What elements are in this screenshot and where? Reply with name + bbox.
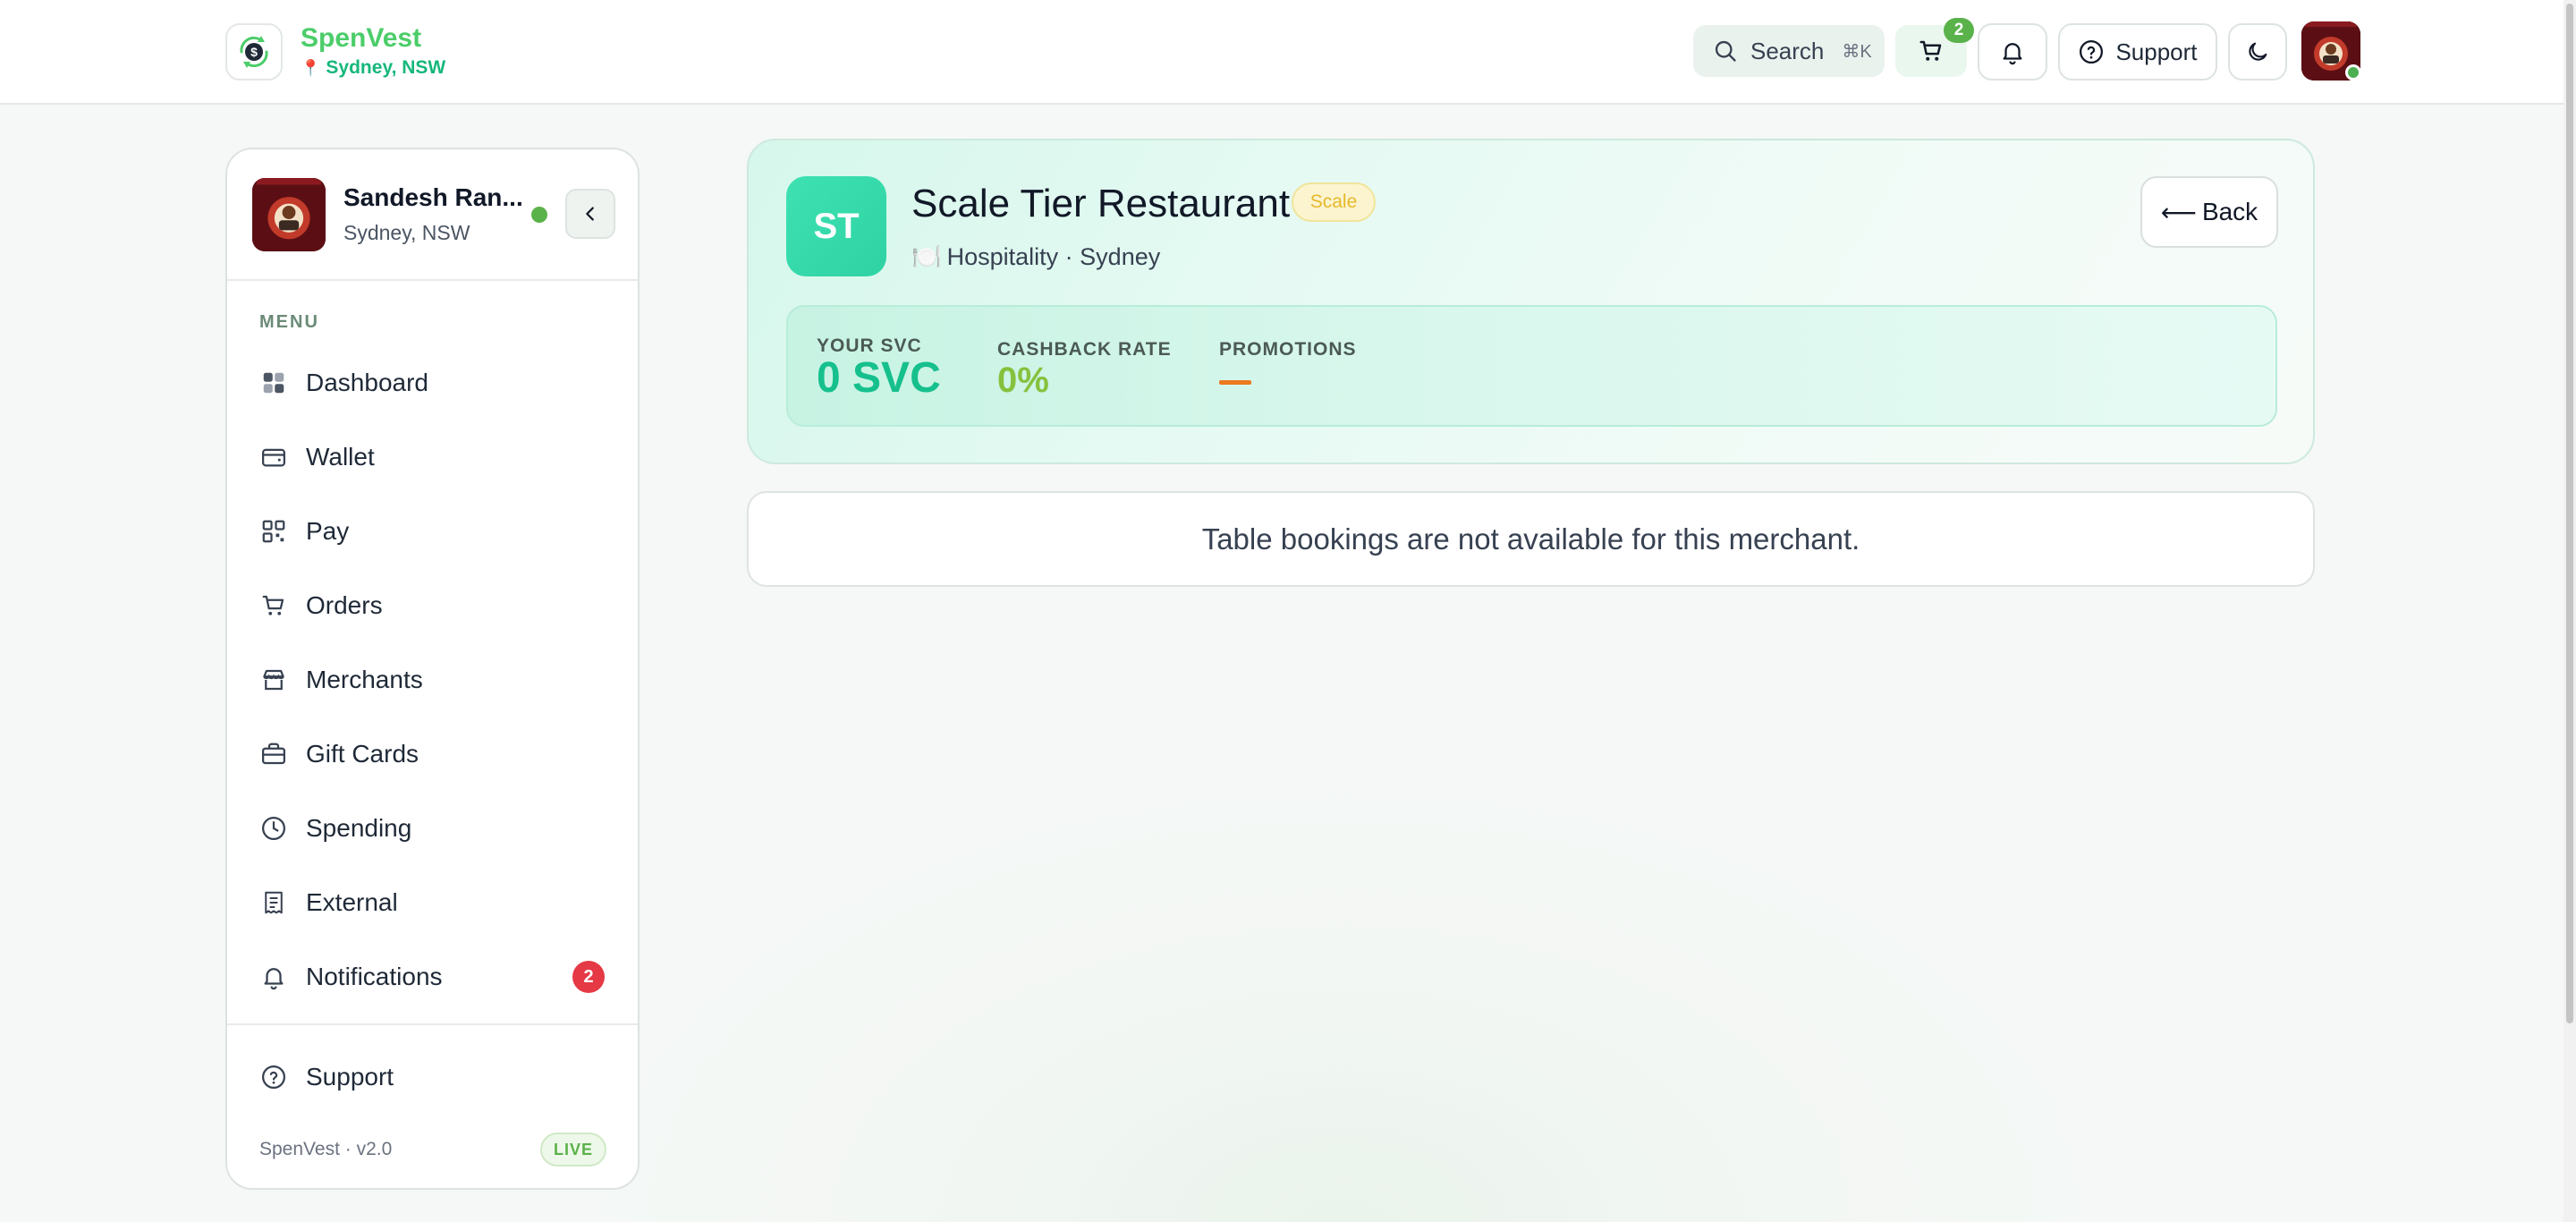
user-name: Sandesh Ran... (343, 183, 523, 211)
online-indicator (2345, 64, 2361, 81)
cashback-label: CASHBACK RATE (997, 339, 1172, 360)
sidebar: Sandesh Ran... Sydney, NSW MENU Dashboar… (225, 148, 640, 1190)
sidebar-item-wallet[interactable]: Wallet (259, 435, 617, 479)
clock-icon (259, 814, 288, 843)
grid-icon (259, 369, 288, 397)
user-location: Sydney, NSW (343, 221, 470, 244)
gift-card-icon (259, 740, 288, 768)
qr-icon (259, 517, 288, 546)
sidebar-item-spending[interactable]: Spending (259, 806, 617, 851)
receipt-icon (259, 888, 288, 917)
promotions-empty-dash (1219, 380, 1251, 385)
back-label: Back (2201, 198, 2258, 225)
sidebar-item-label: External (306, 888, 398, 916)
menu-heading: MENU (259, 312, 319, 332)
sidebar-item-label: Merchants (306, 666, 423, 693)
search-label: Search (1750, 37, 1825, 64)
brand-location: 📍 Sydney, NSW (301, 57, 445, 79)
live-status-badge: LIVE (540, 1133, 606, 1167)
cart-count-badge: 2 (1944, 18, 1974, 43)
merchant-name: Scale Tier Restaurant (911, 182, 1291, 225)
merchant-category-text: Hospitality · Sydney (946, 242, 1161, 270)
chevron-left-icon (586, 207, 594, 221)
sidebar-item-support[interactable]: Support (259, 1055, 617, 1099)
search-shortcut: ⌘K (1842, 41, 1872, 62)
search-icon (1715, 40, 1736, 62)
dollar-coin-icon: $ (240, 36, 268, 68)
user-card: Sandesh Ran... Sydney, NSW (227, 149, 638, 281)
user-online-indicator (531, 207, 547, 223)
bell-icon (2003, 43, 2022, 65)
avatar-image-icon (252, 178, 326, 251)
brand-location-text: Sydney, NSW (326, 57, 446, 78)
app-version: SpenVest · v2.0 (259, 1139, 393, 1159)
merchant-logo: ST (786, 176, 886, 276)
table-booking-notice: Table bookings are not available for thi… (747, 491, 2315, 587)
help-circle-icon (259, 1063, 288, 1091)
cashback-value: 0% (997, 361, 1049, 400)
svc-value: 0 SVC (817, 354, 941, 402)
sidebar-item-pay[interactable]: Pay (259, 509, 617, 554)
scrollbar-thumb[interactable] (2566, 4, 2573, 1023)
location-pin-icon: 📍 (301, 58, 321, 77)
sidebar-item-orders[interactable]: Orders (259, 583, 617, 628)
search-button[interactable]: Search ⌘K (1693, 25, 1885, 77)
store-icon (259, 666, 288, 694)
sidebar-item-notifications[interactable]: Notifications (259, 955, 617, 999)
sidebar-item-label: Gift Cards (306, 740, 419, 768)
sidebar-divider (227, 1023, 638, 1025)
bell-icon (259, 963, 288, 991)
support-label: Support (2115, 38, 2198, 65)
wallet-icon (259, 443, 288, 471)
collapse-sidebar-button[interactable] (565, 189, 615, 239)
sidebar-item-external[interactable]: External (259, 880, 617, 925)
top-bar: $ SpenVest 📍 Sydney, NSW Search ⌘K 2 Sup… (0, 0, 2576, 105)
merchant-header-card: ST Scale Tier Restaurant Scale 🍽️ Hospit… (747, 139, 2315, 464)
sidebar-item-label: Notifications (306, 963, 443, 990)
sidebar-item-gift-cards[interactable]: Gift Cards (259, 732, 617, 776)
theme-toggle-button[interactable] (2228, 23, 2287, 81)
user-avatar[interactable] (252, 178, 326, 251)
sidebar-item-label: Dashboard (306, 369, 428, 396)
sidebar-item-label: Spending (306, 814, 412, 842)
moon-icon (2249, 42, 2267, 61)
brand-name: SpenVest (301, 23, 422, 53)
plate-icon: 🍽️ (911, 243, 942, 270)
sidebar-item-label: Orders (306, 591, 383, 619)
help-circle-icon (2080, 40, 2104, 64)
cart-icon (259, 591, 288, 620)
sidebar-item-dashboard[interactable]: Dashboard (259, 361, 617, 405)
merchant-subtitle: 🍽️ Hospitality · Sydney (911, 242, 1160, 271)
sidebar-item-merchants[interactable]: Merchants (259, 658, 617, 702)
cart-icon (1919, 40, 1942, 61)
back-button[interactable]: ⟵ Back (2140, 176, 2278, 248)
tier-badge: Scale (1292, 182, 1376, 222)
sidebar-item-label: Support (306, 1063, 394, 1090)
sidebar-item-label: Pay (306, 517, 350, 545)
notifications-button[interactable] (1978, 23, 2047, 81)
notifications-count-badge: 2 (572, 961, 605, 993)
promotions-label: PROMOTIONS (1219, 339, 1357, 360)
app-logo[interactable]: $ (225, 23, 283, 81)
merchant-stats: YOUR SVC 0 SVC CASHBACK RATE 0% PROMOTIO… (786, 305, 2277, 427)
arrow-left-icon: ⟵ (2160, 198, 2197, 226)
support-button[interactable]: Support (2058, 23, 2217, 81)
sidebar-item-label: Wallet (306, 443, 375, 471)
svg-text:$: $ (250, 45, 258, 59)
